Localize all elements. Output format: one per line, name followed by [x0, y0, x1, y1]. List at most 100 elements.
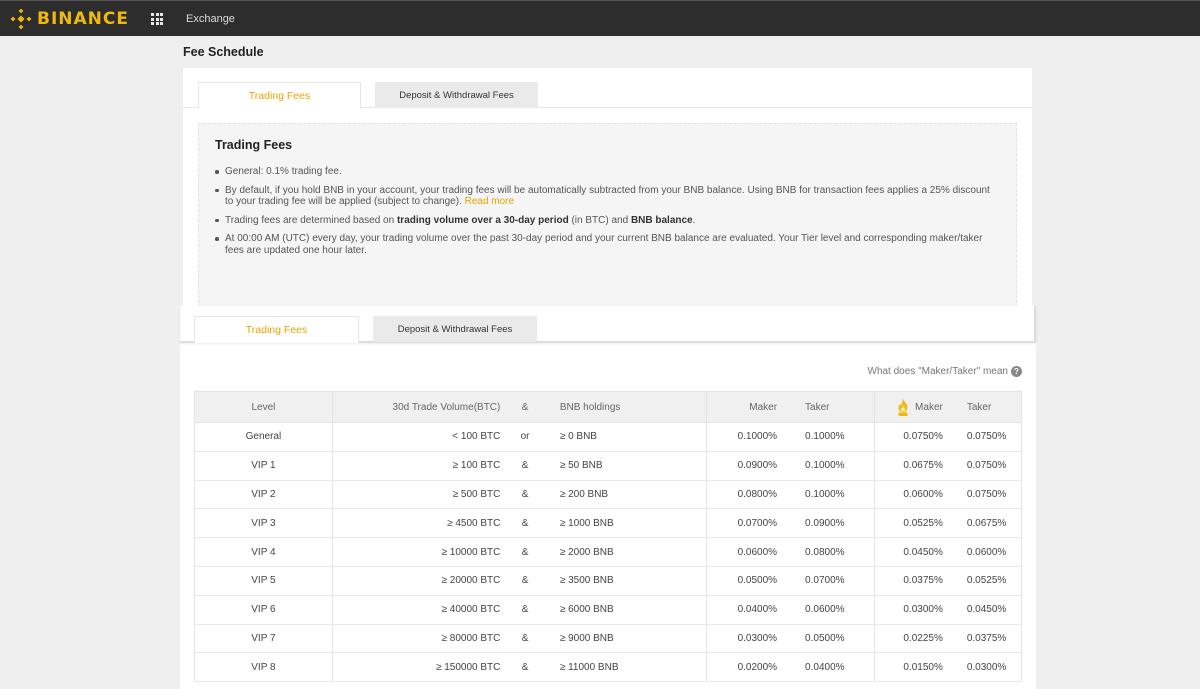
- question-circle-icon: ?: [1011, 366, 1022, 377]
- cell-operator: &: [504, 508, 546, 539]
- table-row: VIP 6 ≥ 40000 BTC & ≥ 6000 BNB 0.0400% 0.0600…: [194, 595, 1022, 625]
- cell-level: VIP 7: [194, 624, 333, 654]
- tab-deposit-withdrawal-fees[interactable]: Deposit & Withdrawal Fees: [375, 82, 538, 108]
- table-header-row: Level 30d Trade Volume(BTC) & BNB holdin…: [194, 391, 1022, 423]
- fee-table: Level 30d Trade Volume(BTC) & BNB holdin…: [194, 391, 1022, 683]
- header-bnb-holdings: BNB holdings: [545, 391, 707, 423]
- cell-volume: ≥ 150000 BTC: [332, 652, 505, 683]
- cell-level: General: [194, 422, 333, 452]
- cell-maker: 0.0400%: [706, 595, 782, 625]
- cell-operator: &: [504, 537, 546, 567]
- table-row: VIP 8 ≥ 150000 BTC & ≥ 11000 BNB 0.0200% 0.04…: [194, 652, 1022, 683]
- cell-operator: &: [504, 652, 546, 683]
- bnb-fire-icon: [898, 398, 908, 416]
- cell-bnb-maker: 0.0225%: [874, 624, 947, 654]
- cell-bnb-taker: 0.0750%: [946, 422, 1022, 452]
- cell-bnb-maker: 0.0375%: [874, 566, 947, 596]
- cell-bnb-holdings: ≥ 3500 BNB: [545, 566, 707, 596]
- cell-bnb-taker: 0.0450%: [946, 595, 1022, 625]
- cell-taker: 0.0500%: [781, 624, 875, 654]
- header-op: &: [504, 391, 546, 423]
- cell-taker: 0.0800%: [781, 537, 875, 567]
- cell-maker: 0.0500%: [706, 566, 782, 596]
- cell-operator: &: [504, 566, 546, 596]
- table-row: VIP 7 ≥ 80000 BTC & ≥ 9000 BNB 0.0300% 0.0500…: [194, 624, 1022, 654]
- cell-operator: &: [504, 624, 546, 654]
- cell-bnb-taker: 0.0750%: [946, 480, 1022, 510]
- cell-volume: ≥ 100 BTC: [332, 451, 505, 481]
- cell-bnb-taker: 0.0525%: [946, 566, 1022, 596]
- cell-taker: 0.0700%: [781, 566, 875, 596]
- cell-operator: or: [504, 422, 546, 452]
- cell-level: VIP 5: [194, 566, 333, 596]
- cell-taker: 0.1000%: [781, 422, 875, 452]
- cell-maker: 0.0600%: [706, 537, 782, 567]
- cell-bnb-taker: 0.0750%: [946, 451, 1022, 481]
- cell-bnb-taker: 0.0375%: [946, 624, 1022, 654]
- tab-trading-fees[interactable]: Trading Fees: [194, 316, 359, 343]
- cell-volume: ≥ 500 BTC: [332, 480, 505, 510]
- fee-info-list: General: 0.1% trading fee. By default, i…: [215, 166, 995, 263]
- cell-bnb-maker: 0.0450%: [874, 537, 947, 567]
- cell-bnb-holdings: ≥ 0 BNB: [545, 422, 707, 452]
- cell-maker: 0.0800%: [706, 480, 782, 510]
- cell-bnb-maker: 0.0300%: [874, 595, 947, 625]
- cell-bnb-taker: 0.0600%: [946, 537, 1022, 567]
- logo-text: BINANCE: [37, 9, 129, 29]
- header-bnb-taker: Taker: [946, 391, 1022, 423]
- apps-grid-icon[interactable]: [151, 13, 163, 25]
- binance-logo-icon: [10, 8, 32, 30]
- table-row: General < 100 BTC or ≥ 0 BNB 0.1000% 0.1000% 0…: [194, 422, 1022, 452]
- cell-maker: 0.0700%: [706, 508, 782, 539]
- cell-maker: 0.0200%: [706, 652, 782, 683]
- cell-bnb-holdings: ≥ 9000 BNB: [545, 624, 707, 654]
- table-row: VIP 3 ≥ 4500 BTC & ≥ 1000 BNB 0.0700% 0.0900%…: [194, 508, 1022, 539]
- cell-maker: 0.1000%: [706, 422, 782, 452]
- cell-volume: ≥ 20000 BTC: [332, 566, 505, 596]
- tab-trading-fees[interactable]: Trading Fees: [198, 82, 361, 109]
- cell-maker: 0.0900%: [706, 451, 782, 481]
- list-item: At 00:00 AM (UTC) every day, your tradin…: [215, 233, 995, 256]
- cell-level: VIP 2: [194, 480, 333, 510]
- cell-volume: ≥ 10000 BTC: [332, 537, 505, 567]
- cell-bnb-holdings: ≥ 1000 BNB: [545, 508, 707, 539]
- fee-tabs-sticky: Trading Fees Deposit & Withdrawal Fees: [180, 306, 1036, 343]
- cell-taker: 0.0600%: [781, 595, 875, 625]
- list-item: By default, if you hold BNB in your acco…: [215, 185, 995, 208]
- cell-level: VIP 4: [194, 537, 333, 567]
- list-item: General: 0.1% trading fee.: [215, 166, 995, 178]
- header-bnb-maker: Maker: [874, 391, 947, 423]
- trading-fees-panel: Trading Fees General: 0.1% trading fee. …: [198, 123, 1017, 308]
- cell-volume: < 100 BTC: [332, 422, 505, 452]
- tab-deposit-withdrawal-fees[interactable]: Deposit & Withdrawal Fees: [373, 316, 537, 342]
- list-item: Trading fees are determined based on tra…: [215, 215, 995, 227]
- cell-volume: ≥ 40000 BTC: [332, 595, 505, 625]
- table-row: VIP 2 ≥ 500 BTC & ≥ 200 BNB 0.0800% 0.1000% 0.…: [194, 480, 1022, 510]
- read-more-link[interactable]: Read more: [465, 196, 514, 207]
- header-maker: Maker: [706, 391, 782, 423]
- nav-exchange-link[interactable]: Exchange: [186, 13, 235, 25]
- cell-level: VIP 8: [194, 652, 333, 683]
- cell-bnb-maker: 0.0600%: [874, 480, 947, 510]
- cell-operator: &: [504, 595, 546, 625]
- panel-title: Trading Fees: [215, 138, 293, 152]
- table-row: VIP 1 ≥ 100 BTC & ≥ 50 BNB 0.0900% 0.1000% 0.0…: [194, 451, 1022, 481]
- cell-bnb-taker: 0.0675%: [946, 508, 1022, 539]
- fee-tabs: Trading Fees Deposit & Withdrawal Fees: [183, 82, 1032, 109]
- maker-taker-help-link[interactable]: What does "Maker/Taker" mean ?: [868, 366, 1022, 377]
- binance-logo[interactable]: BINANCE: [10, 8, 129, 30]
- cell-level: VIP 3: [194, 508, 333, 539]
- cell-maker: 0.0300%: [706, 624, 782, 654]
- cell-volume: ≥ 80000 BTC: [332, 624, 505, 654]
- cell-bnb-holdings: ≥ 6000 BNB: [545, 595, 707, 625]
- cell-taker: 0.0900%: [781, 508, 875, 539]
- cell-taker: 0.1000%: [781, 451, 875, 481]
- cell-taker: 0.0400%: [781, 652, 875, 683]
- fee-table-card: Trading Fees Deposit & Withdrawal Fees W…: [180, 306, 1036, 689]
- cell-operator: &: [504, 451, 546, 481]
- cell-bnb-holdings: ≥ 2000 BNB: [545, 537, 707, 567]
- header-level: Level: [194, 391, 333, 423]
- page-title: Fee Schedule: [183, 45, 264, 59]
- top-navbar: BINANCE Exchange: [0, 0, 1200, 36]
- cell-taker: 0.1000%: [781, 480, 875, 510]
